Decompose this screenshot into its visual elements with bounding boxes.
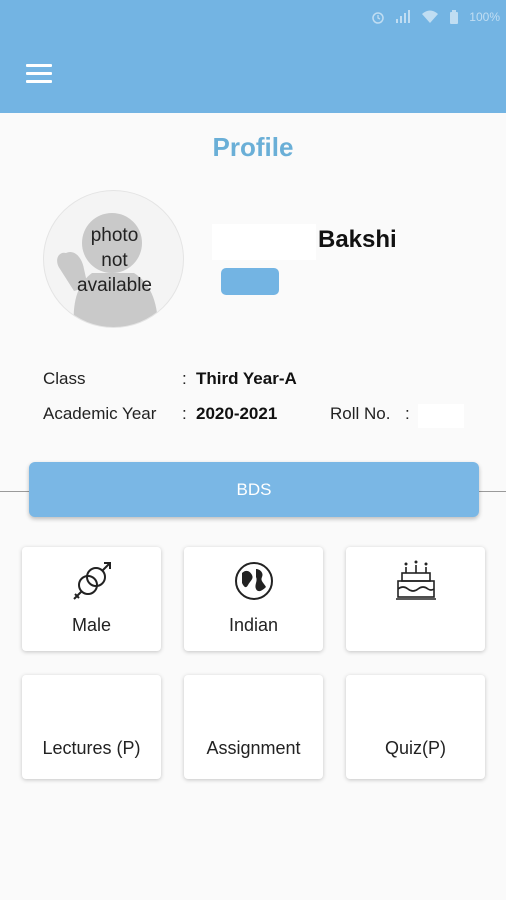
signal-icon: [395, 10, 411, 24]
status-bar: 100%: [371, 8, 500, 26]
profile-badge: [221, 268, 279, 295]
page-title: Profile: [212, 132, 294, 162]
nationality-tile[interactable]: Indian: [184, 547, 323, 651]
hamburger-menu-icon[interactable]: [26, 64, 54, 84]
profile-photo-placeholder[interactable]: photo not available: [43, 190, 184, 328]
globe-icon: [234, 562, 273, 600]
lectures-tile[interactable]: Lectures (P): [22, 675, 161, 779]
class-colon: :: [182, 369, 187, 388]
photo-not-available-text: photo not available: [77, 225, 152, 296]
alarm-icon: [371, 10, 385, 24]
assignment-label: Assignment: [206, 738, 301, 758]
assignment-tile[interactable]: Assignment: [184, 675, 323, 779]
roll-number-colon: :: [405, 404, 410, 423]
student-surname: Bakshi: [318, 226, 397, 253]
academic-year-value: 2020-2021: [196, 404, 278, 423]
quiz-label: Quiz(P): [384, 738, 446, 758]
gender-icon: [72, 562, 111, 600]
redacted-first-name: [212, 224, 316, 260]
birthday-tile[interactable]: [346, 547, 485, 651]
academic-year-colon: :: [182, 404, 187, 423]
gender-value: Male: [71, 615, 111, 635]
class-value: Third Year-A: [196, 369, 297, 388]
lectures-label: Lectures (P): [42, 738, 141, 758]
redacted-roll-number: [418, 404, 464, 428]
nationality-value: Indian: [228, 615, 279, 635]
course-button[interactable]: BDS: [29, 462, 479, 517]
app-bar: 100%: [0, 0, 506, 113]
battery-percentage: 100%: [469, 10, 500, 24]
quiz-tile[interactable]: Quiz(P): [346, 675, 485, 779]
wifi-icon: [421, 10, 439, 24]
roll-number-label: Roll No.: [330, 404, 391, 423]
class-label: Class: [43, 369, 86, 388]
gender-tile[interactable]: Male: [22, 547, 161, 651]
battery-icon: [449, 10, 459, 24]
birthday-cake-icon: [395, 560, 436, 600]
academic-year-label: Academic Year: [43, 404, 157, 423]
